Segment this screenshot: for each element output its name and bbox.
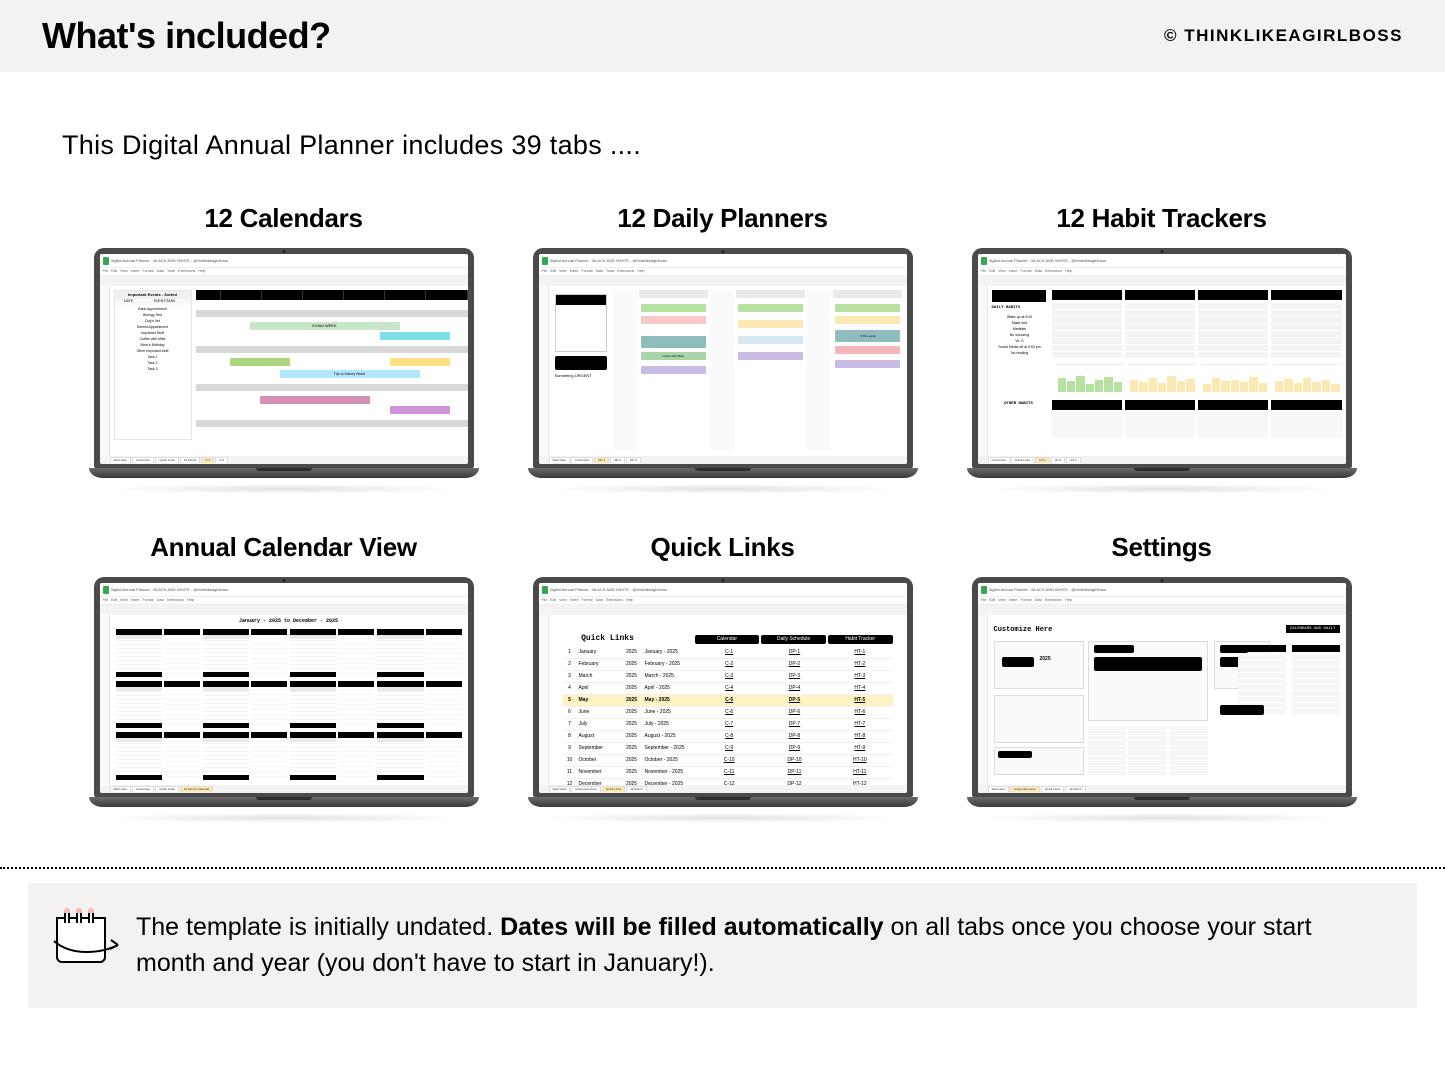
- sheets-icon: [103, 586, 109, 594]
- dotted-divider: [0, 867, 1445, 869]
- quicklinks-table: Quick Links Calendar Daily Schedule Habi…: [563, 635, 893, 791]
- copyright: © THINKLIKEAGIRLBOSS: [1164, 26, 1403, 46]
- card-title-quicklinks: Quick Links: [515, 532, 930, 563]
- dont-forget-box: [555, 356, 607, 370]
- laptop-habit: Digital Annual Planner - BLACK AND WHITE…: [967, 248, 1357, 494]
- sheets-icon: [542, 586, 548, 594]
- footer-band: The template is initially undated. Dates…: [28, 883, 1417, 1008]
- sheets-icon: [103, 257, 109, 265]
- card-title-daily: 12 Daily Planners: [515, 203, 930, 234]
- laptop-daily: Digital Annual Planner - BLACK AND WHITE…: [528, 248, 918, 494]
- sheets-icon: [542, 257, 548, 265]
- page-title: What's included?: [42, 15, 331, 57]
- card-annual: Annual Calendar View Digital Annual Plan…: [76, 532, 491, 823]
- events-panel: Important Events - Sorted DATEEVENT/TASK…: [114, 290, 192, 440]
- sheet-tabs: Start HereCustomizeQuick Links12 MonthC-…: [100, 456, 468, 464]
- card-habit: 12 Habit Trackers Digital Annual Planner…: [954, 203, 1369, 494]
- card-title-annual: Annual Calendar View: [76, 532, 491, 563]
- sheets-icon: [981, 257, 987, 265]
- intro-text: This Digital Annual Planner includes 39 …: [0, 72, 1445, 161]
- laptop-annual: Digital Annual Planner - BLACK AND WHITE…: [89, 577, 479, 823]
- card-quicklinks: Quick Links Digital Annual Planner - BLA…: [515, 532, 930, 823]
- month-pill: [992, 290, 1046, 302]
- sheets-icon: [981, 586, 987, 594]
- sheet-menu: FileEditViewInsertFormatDataToolsExtensi…: [100, 268, 468, 276]
- laptop-calendars: Digital Annual Planner - BLACK AND WHITE…: [89, 248, 479, 494]
- card-title-habit: 12 Habit Trackers: [954, 203, 1369, 234]
- card-title-calendars: 12 Calendars: [76, 203, 491, 234]
- calendar-day-header: [196, 290, 468, 300]
- card-daily: 12 Daily Planners Digital Annual Planner…: [515, 203, 930, 494]
- settings-heading: Customize Here: [994, 627, 1053, 634]
- mini-calendar: [555, 294, 607, 352]
- laptop-settings: Digital Annual Planner - BLACK AND WHITE…: [967, 577, 1357, 823]
- header-bar: What's included? © THINKLIKEAGIRLBOSS: [0, 0, 1445, 72]
- footer-text: The template is initially undated. Dates…: [136, 909, 1383, 982]
- card-title-settings: Settings: [954, 532, 1369, 563]
- doc-title: Digital Annual Planner - BLACK AND WHITE…: [111, 259, 228, 263]
- card-calendars: 12 Calendars Digital Annual Planner - BL…: [76, 203, 491, 494]
- laptop-quicklinks: Digital Annual Planner - BLACK AND WHITE…: [528, 577, 918, 823]
- settings-badge: CALENDARS AND DAILY: [1286, 625, 1340, 633]
- calendar-arrow-icon: [54, 909, 112, 965]
- cards-grid: 12 Calendars Digital Annual Planner - BL…: [0, 161, 1445, 823]
- card-settings: Settings Digital Annual Planner - BLACK …: [954, 532, 1369, 823]
